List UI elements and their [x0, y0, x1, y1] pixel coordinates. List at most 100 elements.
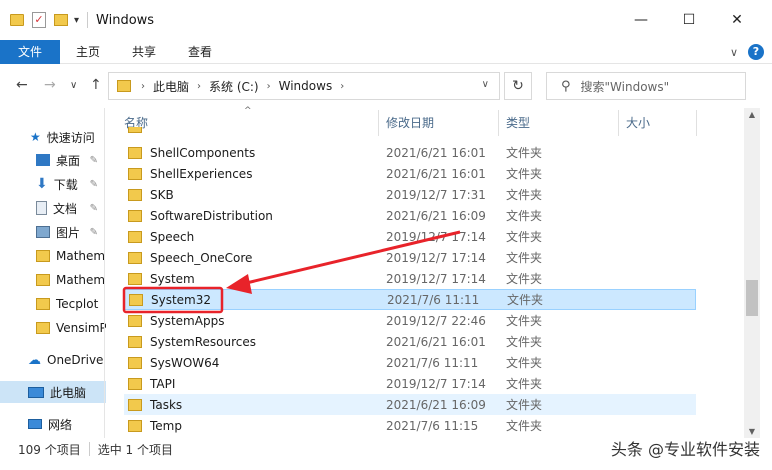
help-icon[interactable]: ?	[748, 44, 764, 60]
item-count: 109 个项目	[18, 442, 81, 457]
chevron-right-icon[interactable]: ›	[197, 81, 201, 92]
scrollbar-thumb[interactable]	[746, 280, 758, 316]
tab-view[interactable]: 查看	[172, 40, 228, 64]
folder-icon	[128, 419, 142, 432]
quick-access-toolbar-dropdown-icon[interactable]: ▾	[74, 15, 79, 26]
folder-icon	[36, 250, 50, 262]
search-input[interactable]: ⚲ 搜索"Windows"	[546, 72, 746, 100]
file-name: SystemApps	[150, 313, 225, 328]
scroll-down-icon[interactable]: ▼	[744, 427, 760, 436]
ribbon-tabs: 文件 主页 共享 查看 ∨ ?	[0, 39, 772, 64]
file-type: 文件夹	[506, 398, 543, 412]
pin-icon: ✎	[89, 178, 98, 190]
expand-ribbon-icon[interactable]: ∨	[730, 46, 738, 59]
file-date: 2019/12/7 22:46	[386, 313, 486, 328]
folder-icon	[117, 80, 131, 92]
vertical-scrollbar[interactable]: ▲ ▼	[744, 108, 760, 438]
folder-icon	[128, 188, 142, 201]
file-type: 文件夹	[506, 314, 543, 328]
folder-icon	[128, 251, 142, 264]
tab-share[interactable]: 共享	[116, 40, 172, 64]
properties-icon[interactable]: ✓	[32, 12, 46, 28]
file-name: Temp	[150, 418, 182, 433]
navigation-pane: ★ 快速访问 桌面 ✎ ⬇ 下载 ✎ 文档 ✎ 图片 ✎ Mathem Math…	[0, 108, 106, 438]
chevron-right-icon[interactable]: ›	[267, 81, 271, 92]
table-row[interactable]: System 2019/12/7 17:14 文件夹	[124, 268, 696, 289]
folder-icon	[128, 377, 142, 390]
table-row[interactable]: TAPI 2019/12/7 17:14 文件夹	[124, 373, 696, 394]
folder-icon	[128, 335, 142, 348]
folder-icon	[128, 356, 142, 369]
file-name: ShellComponents	[150, 145, 256, 160]
nav-onedrive[interactable]: ☁ OneDrive	[0, 349, 106, 371]
file-name: Tasks	[150, 397, 183, 412]
file-type: 文件夹	[506, 335, 543, 349]
title-divider	[87, 12, 89, 28]
table-row[interactable]: System32 2021/7/6 11:11 文件夹	[124, 289, 696, 310]
nav-item-downloads[interactable]: ⬇ 下载 ✎	[0, 173, 106, 195]
table-row-partial[interactable]	[124, 127, 696, 137]
new-folder-icon[interactable]	[54, 14, 68, 26]
nav-item-documents[interactable]: 文档 ✎	[0, 197, 106, 219]
table-row[interactable]: Tasks 2021/6/21 16:09 文件夹	[124, 394, 696, 415]
window-title: Windows	[96, 12, 155, 28]
search-placeholder: 搜索"Windows"	[580, 79, 670, 94]
table-row[interactable]: SKB 2019/12/7 17:31 文件夹	[124, 184, 696, 205]
refresh-button[interactable]: ↻	[504, 72, 532, 100]
address-bar[interactable]: › 此电脑 › 系统 (C:) › Windows › ∨	[108, 72, 500, 100]
table-row[interactable]: Temp 2021/7/6 11:15 文件夹	[124, 415, 696, 436]
table-row[interactable]: ShellExperiences 2021/6/21 16:01 文件夹	[124, 163, 696, 184]
column-divider[interactable]	[696, 110, 697, 136]
nav-item-mathem-2[interactable]: Mathem	[0, 269, 106, 291]
chevron-right-icon[interactable]: ›	[340, 81, 344, 92]
file-type: 文件夹	[506, 356, 543, 370]
recent-locations-icon[interactable]: ∨	[70, 80, 77, 91]
table-row[interactable]: SystemApps 2019/12/7 22:46 文件夹	[124, 310, 696, 331]
nav-item-desktop[interactable]: 桌面 ✎	[0, 149, 106, 171]
table-row[interactable]: ShellComponents 2021/6/21 16:01 文件夹	[124, 142, 696, 163]
nav-item-mathem-1[interactable]: Mathem	[0, 245, 106, 267]
nav-item-vensim[interactable]: VensimP	[0, 317, 106, 339]
nav-item-pictures[interactable]: 图片 ✎	[0, 221, 106, 243]
maximize-button[interactable]: ☐	[666, 0, 712, 40]
table-row[interactable]: SysWOW64 2021/7/6 11:11 文件夹	[124, 352, 696, 373]
folder-icon	[128, 398, 142, 411]
up-arrow-icon[interactable]: ↑	[90, 77, 102, 93]
forward-arrow-icon[interactable]: →	[44, 77, 56, 93]
tab-home[interactable]: 主页	[60, 40, 116, 64]
nav-this-pc[interactable]: 此电脑	[0, 381, 106, 403]
breadcrumb-windows[interactable]: Windows	[279, 79, 333, 93]
file-name: SoftwareDistribution	[150, 208, 273, 223]
chevron-right-icon[interactable]: ›	[141, 81, 145, 92]
file-date: 2019/12/7 17:14	[386, 229, 486, 244]
nav-quick-access[interactable]: ★ 快速访问	[0, 126, 106, 148]
status-divider	[88, 442, 90, 456]
table-row[interactable]: Speech_OneCore 2019/12/7 17:14 文件夹	[124, 247, 696, 268]
breadcrumb-this-pc[interactable]: 此电脑	[153, 78, 189, 95]
address-dropdown-icon[interactable]: ∨	[482, 79, 489, 90]
minimize-button[interactable]: —	[618, 0, 664, 40]
close-button[interactable]: ✕	[714, 0, 760, 40]
picture-icon	[36, 226, 50, 238]
file-type: 文件夹	[506, 167, 543, 181]
nav-network[interactable]: 网络	[0, 413, 106, 435]
selected-count: 选中 1 个项目	[97, 442, 173, 457]
file-name: Speech	[150, 229, 195, 244]
table-row[interactable]: SoftwareDistribution 2021/6/21 16:09 文件夹	[124, 205, 696, 226]
file-type: 文件夹	[506, 146, 543, 160]
table-row[interactable]: Speech 2019/12/7 17:14 文件夹	[124, 226, 696, 247]
nav-item-tecplot[interactable]: Tecplot	[0, 293, 106, 315]
file-name: SystemResources	[150, 334, 257, 349]
file-type: 文件夹	[506, 377, 543, 391]
pane-divider[interactable]	[104, 108, 105, 438]
back-arrow-icon[interactable]: ←	[16, 77, 28, 93]
title-bar: ✓ ▾ Windows — ☐ ✕	[0, 0, 772, 40]
tab-file[interactable]: 文件	[0, 39, 61, 64]
file-name: Speech_OneCore	[150, 250, 253, 265]
table-row[interactable]: SystemResources 2021/6/21 16:01 文件夹	[124, 331, 696, 352]
folder-icon	[128, 314, 142, 327]
scroll-up-icon[interactable]: ▲	[744, 110, 760, 119]
breadcrumb-c-drive[interactable]: 系统 (C:)	[209, 78, 259, 95]
cloud-icon: ☁	[28, 352, 41, 368]
folder-icon	[36, 274, 50, 286]
